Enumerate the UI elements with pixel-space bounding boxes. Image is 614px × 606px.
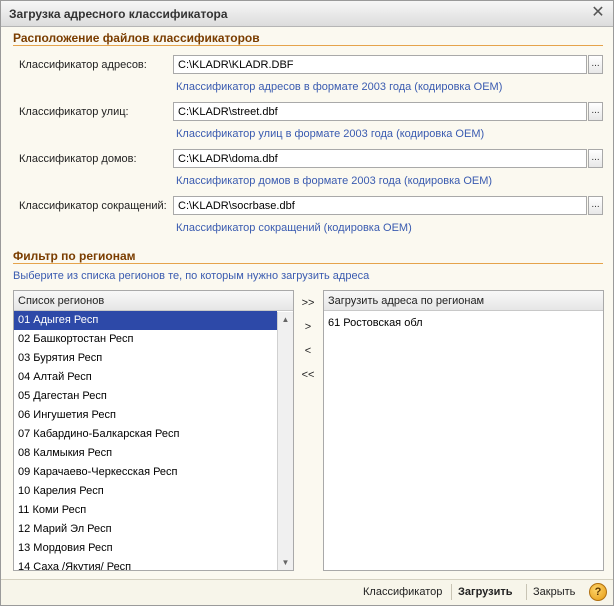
address-classifier-field[interactable]: C:\KLADR\KLADR.DBF bbox=[173, 55, 587, 74]
house-classifier-browse-button[interactable]: ... bbox=[588, 149, 603, 168]
remove-button[interactable]: < bbox=[294, 342, 322, 360]
regions-list-header: Список регионов bbox=[14, 291, 293, 311]
list-item[interactable]: 12 Марий Эл Респ bbox=[14, 520, 277, 539]
section-divider bbox=[13, 45, 603, 46]
list-item[interactable]: 04 Алтай Респ bbox=[14, 368, 277, 387]
street-classifier-label: Классификатор улиц: bbox=[19, 106, 129, 118]
street-classifier-field[interactable]: C:\KLADR\street.dbf bbox=[173, 102, 587, 121]
abbreviation-classifier-label: Классификатор сокращений: bbox=[19, 200, 167, 212]
add-all-button[interactable]: >> bbox=[294, 294, 322, 312]
list-item[interactable]: 07 Кабардино-Балкарская Респ bbox=[14, 425, 277, 444]
files-section-title: Расположение файлов классификаторов bbox=[13, 31, 260, 45]
abbreviation-classifier-browse-button[interactable]: ... bbox=[588, 196, 603, 215]
classifier-button[interactable]: Классификатор bbox=[363, 586, 442, 598]
close-icon[interactable]: ✕ bbox=[589, 4, 607, 22]
footer-divider bbox=[526, 584, 527, 600]
abbreviation-classifier-hint: Классификатор сокращений (кодировка OEM) bbox=[176, 222, 412, 234]
dialog-footer: Классификатор Загрузить Закрыть ? bbox=[1, 579, 613, 605]
selected-regions-list[interactable]: Загрузить адреса по регионам 61 Ростовск… bbox=[323, 290, 604, 571]
dialog-window: Загрузка адресного классификатора ✕ Расп… bbox=[0, 0, 614, 606]
street-classifier-hint: Классификатор улиц в формате 2003 года (… bbox=[176, 128, 485, 140]
window-title: Загрузка адресного классификатора bbox=[9, 7, 228, 21]
list-item[interactable]: 11 Коми Респ bbox=[14, 501, 277, 520]
list-item[interactable]: 08 Калмыкия Респ bbox=[14, 444, 277, 463]
list-item[interactable]: 01 Адыгея Респ bbox=[14, 311, 277, 330]
help-icon[interactable]: ? bbox=[589, 583, 607, 601]
list-item[interactable]: 09 Карачаево-Черкесская Респ bbox=[14, 463, 277, 482]
regions-scrollbar[interactable]: ▲ ▼ bbox=[277, 312, 293, 570]
house-classifier-field[interactable]: C:\KLADR\doma.dbf bbox=[173, 149, 587, 168]
scroll-up-icon[interactable]: ▲ bbox=[278, 312, 293, 327]
title-bar: Загрузка адресного классификатора ✕ bbox=[1, 1, 613, 27]
footer-divider bbox=[451, 584, 452, 600]
regions-list[interactable]: Список регионов 01 Адыгея Респ 02 Башкор… bbox=[13, 290, 294, 571]
selected-regions-header: Загрузить адреса по регионам bbox=[324, 291, 603, 311]
list-item[interactable]: 13 Мордовия Респ bbox=[14, 539, 277, 558]
street-classifier-browse-button[interactable]: ... bbox=[588, 102, 603, 121]
list-item[interactable]: 14 Саха /Якутия/ Респ bbox=[14, 558, 277, 570]
abbreviation-classifier-field[interactable]: C:\KLADR\socrbase.dbf bbox=[173, 196, 587, 215]
filter-section-title: Фильтр по регионам bbox=[13, 249, 136, 263]
address-classifier-label: Классификатор адресов: bbox=[19, 59, 147, 71]
section-divider bbox=[13, 263, 603, 264]
add-button[interactable]: > bbox=[294, 318, 322, 336]
filter-hint: Выберите из списка регионов те, по котор… bbox=[13, 270, 370, 282]
list-item[interactable]: 10 Карелия Респ bbox=[14, 482, 277, 501]
regions-list-body: 01 Адыгея Респ 02 Башкортостан Респ 03 Б… bbox=[14, 311, 277, 570]
address-classifier-browse-button[interactable]: ... bbox=[588, 55, 603, 74]
address-classifier-hint: Классификатор адресов в формате 2003 год… bbox=[176, 81, 503, 93]
list-item[interactable]: 61 Ростовская обл bbox=[324, 314, 603, 333]
list-item[interactable]: 02 Башкортостан Респ bbox=[14, 330, 277, 349]
remove-all-button[interactable]: << bbox=[294, 366, 322, 384]
house-classifier-label: Классификатор домов: bbox=[19, 153, 137, 165]
close-button[interactable]: Закрыть bbox=[533, 586, 575, 598]
list-item[interactable]: 06 Ингушетия Респ bbox=[14, 406, 277, 425]
scroll-down-icon[interactable]: ▼ bbox=[278, 555, 293, 570]
house-classifier-hint: Классификатор домов в формате 2003 года … bbox=[176, 175, 493, 187]
load-button[interactable]: Загрузить bbox=[458, 586, 513, 598]
list-item[interactable]: 05 Дагестан Респ bbox=[14, 387, 277, 406]
list-item[interactable]: 03 Бурятия Респ bbox=[14, 349, 277, 368]
